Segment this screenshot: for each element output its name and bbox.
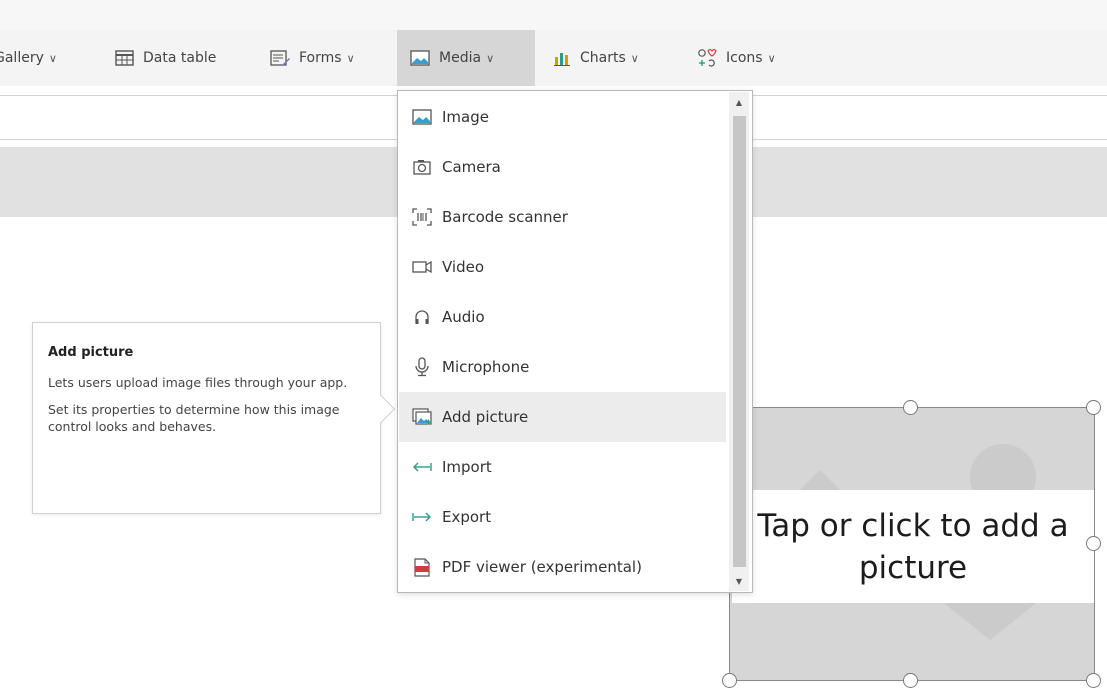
- ribbon-icons-label: Icons: [726, 50, 763, 66]
- title-strip: [0, 0, 1107, 30]
- barcode-icon: [412, 207, 432, 227]
- data-table-icon: [115, 50, 134, 66]
- scroll-down-arrow-icon[interactable]: ▼: [729, 571, 749, 591]
- ribbon-media-label: Media: [439, 50, 482, 66]
- add-picture-label[interactable]: Tap or click to add a picture: [732, 490, 1094, 603]
- ribbon-data-table-button[interactable]: Data table: [115, 30, 240, 86]
- add-picture-tooltip: Add picture Lets users upload image file…: [32, 322, 396, 514]
- tooltip-title: Add picture: [48, 345, 134, 360]
- import-arrow-icon: [412, 457, 432, 477]
- dropdown-scrollbar[interactable]: ▲ ▼: [729, 92, 749, 591]
- ribbon-media-button[interactable]: Media ∨: [397, 30, 535, 86]
- add-picture-control[interactable]: Tap or click to add a picture: [729, 407, 1095, 681]
- menu-item-image[interactable]: Image: [399, 92, 726, 142]
- menu-item-label: Export: [442, 508, 492, 526]
- menu-item-add-picture[interactable]: Add picture: [399, 392, 726, 442]
- ribbon-data-table-label: Data table: [143, 50, 217, 66]
- ribbon-charts-label: Charts: [580, 50, 626, 66]
- resize-handle-bottom[interactable]: [903, 673, 918, 688]
- chevron-down-icon: ∨: [486, 51, 495, 65]
- resize-handle-bottom-left[interactable]: [722, 673, 737, 688]
- menu-item-label: Import: [442, 458, 492, 476]
- icons-icon: [698, 48, 717, 67]
- ribbon-icons-button[interactable]: Icons ∨: [697, 30, 807, 86]
- menu-item-label: Add picture: [442, 408, 529, 426]
- menu-item-label: Video: [442, 258, 485, 276]
- chevron-down-icon: ∨: [630, 51, 639, 65]
- video-icon: [412, 257, 432, 277]
- pdf-icon: [412, 557, 432, 577]
- scroll-up-arrow-icon[interactable]: ▲: [729, 92, 749, 112]
- chevron-down-icon: ∨: [48, 51, 57, 65]
- menu-item-pdf-viewer[interactable]: PDF viewer (experimental): [399, 542, 726, 592]
- menu-item-label: Image: [442, 108, 489, 126]
- scrollbar-thumb[interactable]: [733, 116, 746, 567]
- placeholder-triangle-shape: [940, 600, 1040, 640]
- ribbon-forms-button[interactable]: Forms ∨: [270, 30, 385, 86]
- ribbon-forms-label: Forms: [299, 50, 342, 66]
- menu-item-label: Audio: [442, 308, 485, 326]
- chevron-down-icon: ∨: [346, 51, 355, 65]
- menu-item-export[interactable]: Export: [399, 492, 726, 542]
- camera-icon: [412, 157, 432, 177]
- menu-item-label: Barcode scanner: [442, 208, 568, 226]
- image-icon: [412, 107, 432, 127]
- menu-item-label: PDF viewer (experimental): [442, 558, 642, 576]
- menu-item-import[interactable]: Import: [399, 442, 726, 492]
- menu-item-audio[interactable]: Audio: [399, 292, 726, 342]
- resize-handle-top[interactable]: [903, 400, 918, 415]
- tooltip-properties-note: Set its properties to determine how this…: [48, 402, 340, 434]
- ribbon-charts-button[interactable]: Charts ∨: [553, 30, 678, 86]
- forms-icon: [270, 49, 290, 66]
- menu-item-video[interactable]: Video: [399, 242, 726, 292]
- tooltip-description: Lets users upload image files through yo…: [48, 375, 348, 390]
- menu-item-barcode-scanner[interactable]: Barcode scanner: [399, 192, 726, 242]
- ribbon-gallery-button[interactable]: Gallery ∨: [0, 30, 102, 86]
- menu-item-camera[interactable]: Camera: [399, 142, 726, 192]
- microphone-icon: [412, 357, 432, 377]
- menu-item-microphone[interactable]: Microphone: [399, 342, 726, 392]
- menu-item-label: Camera: [442, 158, 501, 176]
- resize-handle-bottom-right[interactable]: [1086, 673, 1101, 688]
- charts-icon: [554, 53, 570, 66]
- tooltip-arrow: [366, 394, 396, 424]
- chevron-down-icon: ∨: [767, 51, 776, 65]
- resize-handle-right[interactable]: [1086, 536, 1101, 551]
- export-arrow-icon: [412, 507, 432, 527]
- resize-handle-top-right[interactable]: [1086, 400, 1101, 415]
- menu-item-label: Microphone: [442, 358, 530, 376]
- media-dropdown-menu: Image Camera Barcode scanner Video Audio…: [397, 90, 753, 593]
- ribbon-gallery-label: Gallery: [0, 50, 44, 66]
- add-picture-icon: [412, 407, 432, 427]
- headphones-icon: [412, 307, 432, 327]
- media-icon: [410, 50, 430, 66]
